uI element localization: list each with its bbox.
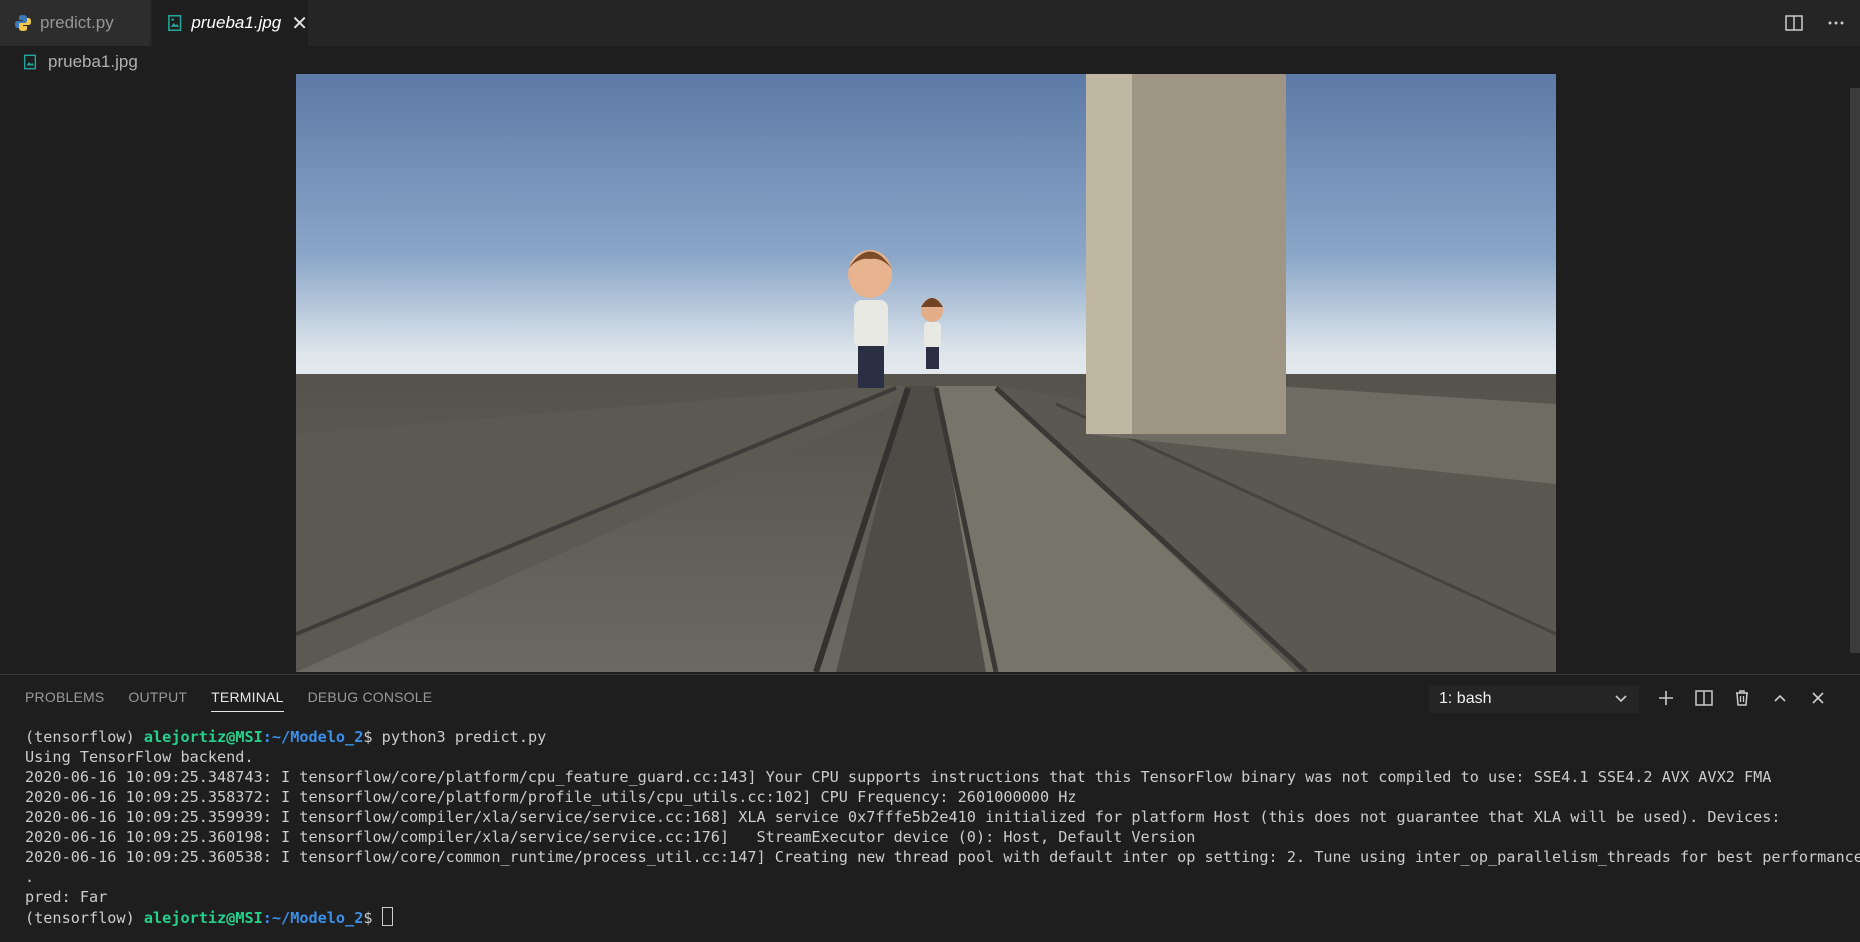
panel-tabs: PROBLEMS OUTPUT TERMINAL DEBUG CONSOLE [25,689,432,712]
terminal-line: 2020-06-16 10:09:25.360198: I tensorflow… [25,828,1196,846]
editor-actions [1784,0,1846,46]
prompt-symbol: $ [363,909,373,927]
tab-label: prueba1.jpg [191,13,282,32]
prompt-path: :~/Modelo_2 [262,909,364,927]
tab-terminal[interactable]: TERMINAL [211,689,284,712]
tab-problems[interactable]: PROBLEMS [25,689,104,712]
bottom-panel: PROBLEMS OUTPUT TERMINAL DEBUG CONSOLE 1… [0,674,1860,942]
vertical-scrollbar[interactable] [1850,88,1860,653]
terminal-select[interactable]: 1: bash [1429,685,1639,713]
maximize-panel-icon[interactable] [1770,688,1790,708]
terminal-line: 2020-06-16 10:09:25.358372: I tensorflow… [25,788,1077,806]
prompt-user: alejortiz@MSI [143,728,263,746]
close-panel-icon[interactable] [1808,688,1828,708]
terminal-prompt-line: (tensorflow) alejortiz@MSI:~/Modelo_2$ p… [25,727,1860,747]
terminal-line: . [25,868,35,886]
split-editor-icon[interactable] [1784,13,1804,33]
close-icon[interactable]: ✕ [291,11,308,36]
editor-tab-bar: predict.py prueba1.jpg ✕ [0,0,1860,46]
chevron-down-icon [1615,695,1627,703]
terminal-line: 2020-06-16 10:09:25.359939: I tensorflow… [25,808,1781,826]
terminal-line: Using TensorFlow backend. [25,748,254,766]
split-terminal-icon[interactable] [1694,688,1714,708]
image-preview [296,74,1556,672]
tab-debug-console[interactable]: DEBUG CONSOLE [308,689,433,712]
terminal-select-value: 1: bash [1439,690,1492,707]
trash-icon[interactable] [1732,688,1752,708]
breadcrumb-label: prueba1.jpg [48,52,138,71]
tab-predict-py[interactable]: predict.py [0,0,150,46]
image-icon [23,54,37,70]
terminal-prompt-line: (tensorflow) alejortiz@MSI:~/Modelo_2$ [25,907,1860,928]
more-actions-icon[interactable] [1826,13,1846,33]
image-icon [168,14,182,32]
game-scene-image [296,74,1556,672]
terminal-output[interactable]: (tensorflow) alejortiz@MSI:~/Modelo_2$ p… [25,727,1860,928]
prompt-symbol: $ [363,728,373,746]
breadcrumb[interactable]: prueba1.jpg [22,50,138,74]
tab-prueba1-jpg[interactable]: prueba1.jpg ✕ [152,0,308,46]
new-terminal-icon[interactable] [1656,688,1676,708]
terminal-line: pred: Far [25,888,108,906]
panel-actions [1656,683,1828,713]
python-icon [15,15,31,31]
terminal-cursor [381,907,393,926]
terminal-line: 2020-06-16 10:09:25.348743: I tensorflow… [25,768,1772,786]
prompt-user: alejortiz@MSI [143,909,263,927]
tab-output[interactable]: OUTPUT [128,689,187,712]
tab-label: predict.py [40,13,114,32]
conda-env: (tensorflow) [25,728,135,746]
conda-env: (tensorflow) [25,909,135,927]
terminal-line: 2020-06-16 10:09:25.360538: I tensorflow… [25,848,1860,866]
prompt-path: :~/Modelo_2 [262,728,364,746]
terminal-command: python3 predict.py [381,728,547,746]
